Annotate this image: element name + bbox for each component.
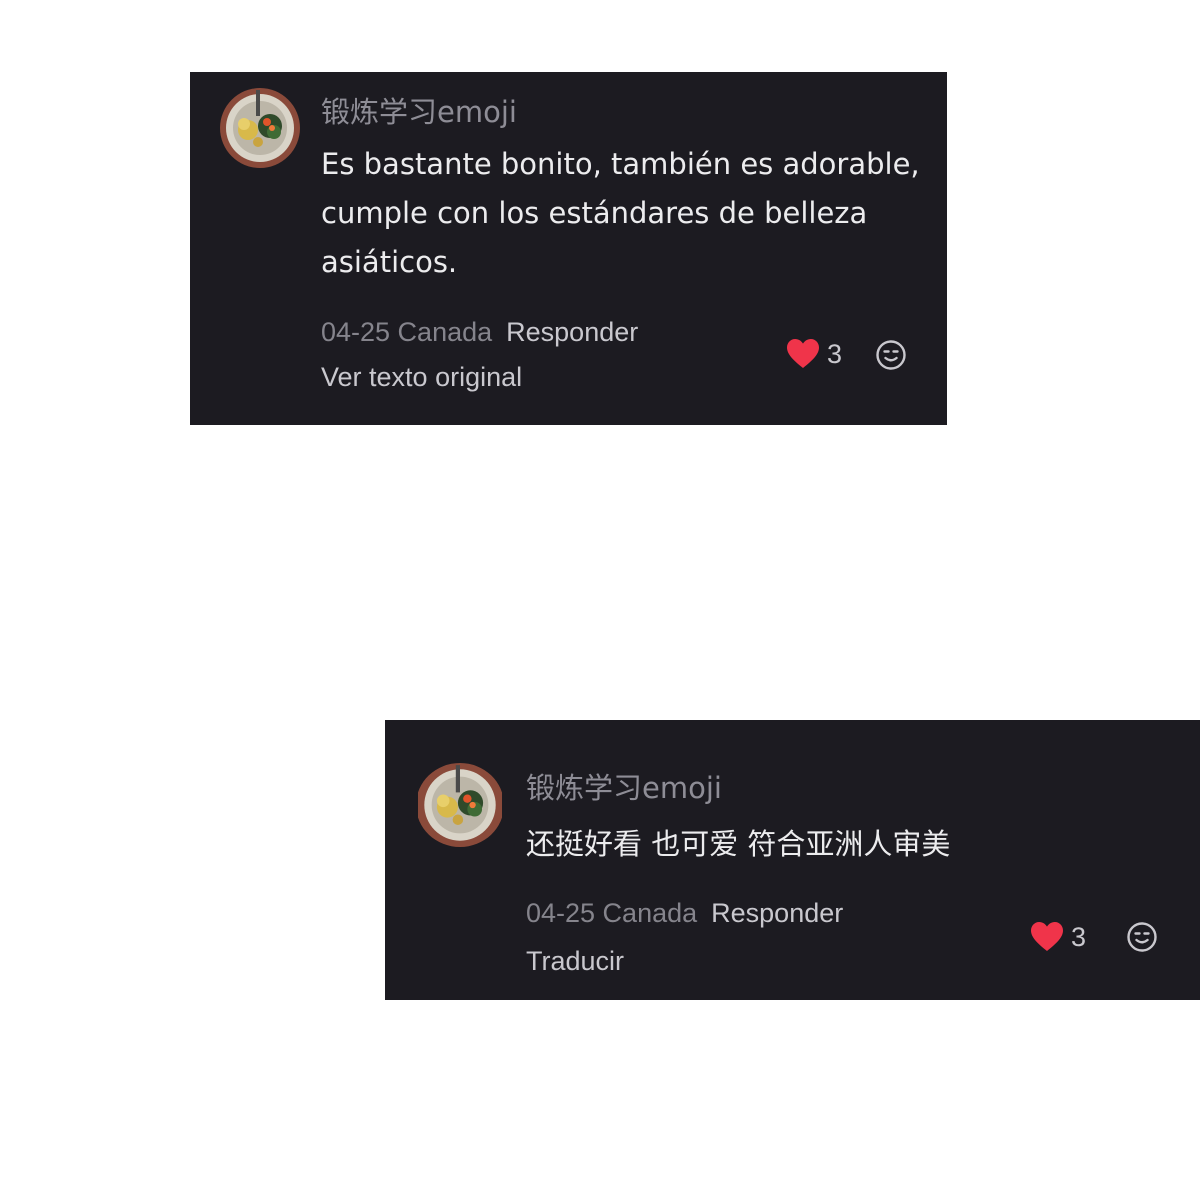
like-count: 3: [827, 339, 843, 369]
comment-text: Es bastante bonito, también es adorable,…: [321, 147, 920, 279]
view-original-text-link[interactable]: Ver texto original: [321, 361, 522, 393]
smiley-icon: [876, 340, 906, 370]
emoji-reaction-button[interactable]: [1126, 921, 1158, 953]
username[interactable]: 锻炼学习emoji: [526, 771, 722, 805]
translate-link[interactable]: Traducir: [526, 945, 624, 977]
smiley-icon: [1127, 922, 1157, 952]
user-avatar[interactable]: [220, 88, 300, 168]
username[interactable]: 锻炼学习emoji: [321, 95, 517, 129]
date-location: 04-25 Canada: [321, 317, 493, 347]
comment-meta: 04-25 Canada Responder: [526, 897, 843, 929]
reply-button[interactable]: Responder: [506, 317, 638, 347]
user-avatar[interactable]: [416, 763, 504, 847]
reply-button[interactable]: Responder: [711, 898, 843, 928]
heart-icon: [1031, 922, 1063, 951]
comment-text: 还挺好看 也可爱 符合亚洲人审美: [526, 827, 951, 861]
food-plate-avatar-icon: [418, 763, 502, 847]
like-count: 3: [1071, 922, 1087, 952]
heart-icon: [787, 339, 819, 368]
date-location: 04-25 Canada: [526, 898, 698, 928]
like-button[interactable]: 3: [787, 338, 842, 370]
food-plate-avatar-icon: [220, 88, 300, 168]
emoji-reaction-button[interactable]: [875, 339, 907, 371]
comment-card-translated: 锻炼学习emoji Es bastante bonito, también es…: [190, 72, 947, 425]
comment-card-original: 锻炼学习emoji 还挺好看 也可爱 符合亚洲人审美 04-25 Canada R…: [385, 720, 1200, 1000]
like-button[interactable]: 3: [1031, 921, 1086, 953]
comment-meta: 04-25 Canada Responder: [321, 316, 638, 348]
